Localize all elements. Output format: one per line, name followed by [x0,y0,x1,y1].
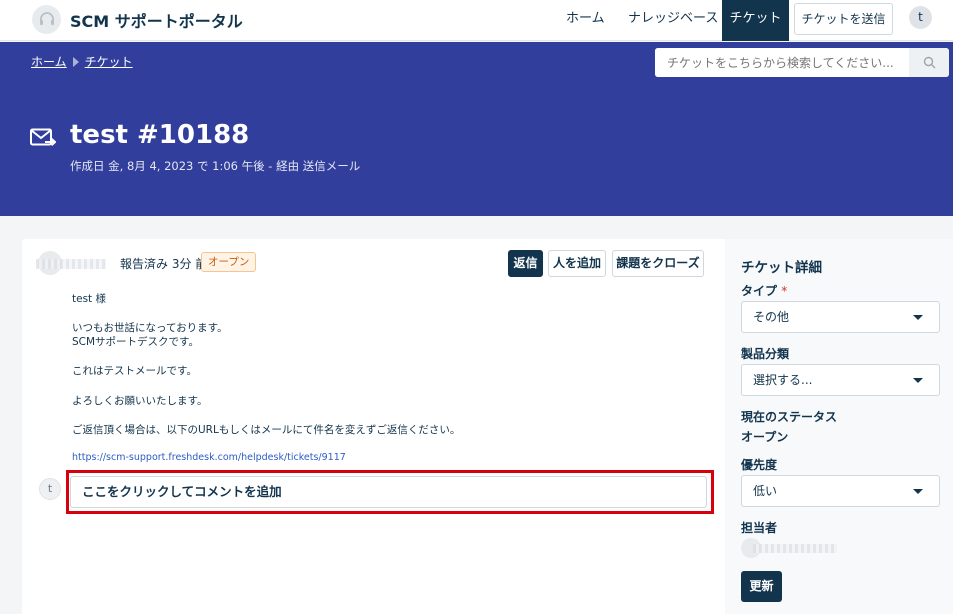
nav-tickets[interactable]: チケット [722,0,789,41]
priority-select-value: 低い [753,484,778,498]
priority-label: 優先度 [741,458,778,472]
chevron-down-icon [913,378,923,383]
ticket-card: 報告済み 3分 前 オープン 返信 人を追加 課題をクローズ test 様 いつ… [22,239,953,614]
assignee-label: 担当者 [741,521,778,535]
email-source-icon [30,128,56,146]
reported-time: 報告済み 3分 前 [120,257,208,271]
message-line: ご返信頂く場合は、以下のURLもしくはメールにて件名を変えずご返信ください。 [72,424,461,436]
reply-button[interactable]: 返信 [508,250,543,277]
chevron-down-icon [913,489,923,494]
user-avatar[interactable]: t [909,6,932,29]
add-people-button[interactable]: 人を追加 [548,250,606,277]
breadcrumb-tickets[interactable]: チケット [85,53,133,70]
search-input[interactable] [655,48,909,77]
product-label: 製品分類 [741,347,790,361]
required-mark: * [781,284,788,298]
breadcrumb-home[interactable]: ホーム [31,53,67,70]
message-greeting: test 様 [72,293,107,305]
current-status-value: オープン [741,430,789,444]
status-badge: オープン [201,252,257,272]
type-select-value: その他 [753,310,790,324]
current-status-label: 現在のステータス [741,410,838,424]
ticket-search [655,48,949,77]
breadcrumb: ホーム チケット [31,53,133,70]
top-navbar: SCM サポートポータル ホーム ナレッジベース チケット チケットを送信 t [0,0,953,41]
ticket-url-link[interactable]: https://scm-support.freshdesk.com/helpde… [72,452,346,463]
headset-logo-icon[interactable] [32,5,61,34]
nav-knowledge-base[interactable]: ナレッジベース [628,0,718,41]
portal-brand[interactable]: SCM サポートポータル [70,8,243,32]
requester-name-redacted [36,259,106,269]
message-line: SCMサポートデスクです。 [72,336,200,348]
assignee-name-redacted [753,544,837,553]
chevron-down-icon [913,315,923,320]
priority-select[interactable]: 低い [741,475,940,507]
type-select[interactable]: その他 [741,301,940,333]
message-line: いつもお世話になっております。 [72,322,228,334]
ticket-details-panel: チケット詳細 タイプ * その他 製品分類 選択する... 現在のステータス オ… [725,239,953,614]
search-button[interactable] [909,48,949,77]
breadcrumb-separator-icon [72,56,79,67]
details-title: チケット詳細 [741,260,822,276]
submit-ticket-button[interactable]: チケットを送信 [794,3,893,35]
comment-highlight-box [66,470,714,514]
ticket-title: test #10188 [70,120,250,150]
message-line: よろしくお願いいたします。 [72,395,208,407]
message-line: これはテストメールです。 [72,365,197,377]
search-icon [923,56,935,69]
update-button[interactable]: 更新 [741,571,782,602]
commenter-avatar: t [39,478,61,500]
product-select-value: 選択する... [753,373,813,387]
product-select[interactable]: 選択する... [741,364,940,396]
nav-home[interactable]: ホーム [566,0,605,41]
type-label: タイプ * [741,282,787,299]
ticket-banner: ホーム チケット test #10188 作成日 金, 8月 4, 2023 で… [0,42,953,216]
type-label-text: タイプ [741,284,778,298]
close-ticket-button[interactable]: 課題をクローズ [612,250,704,277]
ticket-created-info: 作成日 金, 8月 4, 2023 で 1:06 午後 - 経由 送信メール [70,159,361,173]
